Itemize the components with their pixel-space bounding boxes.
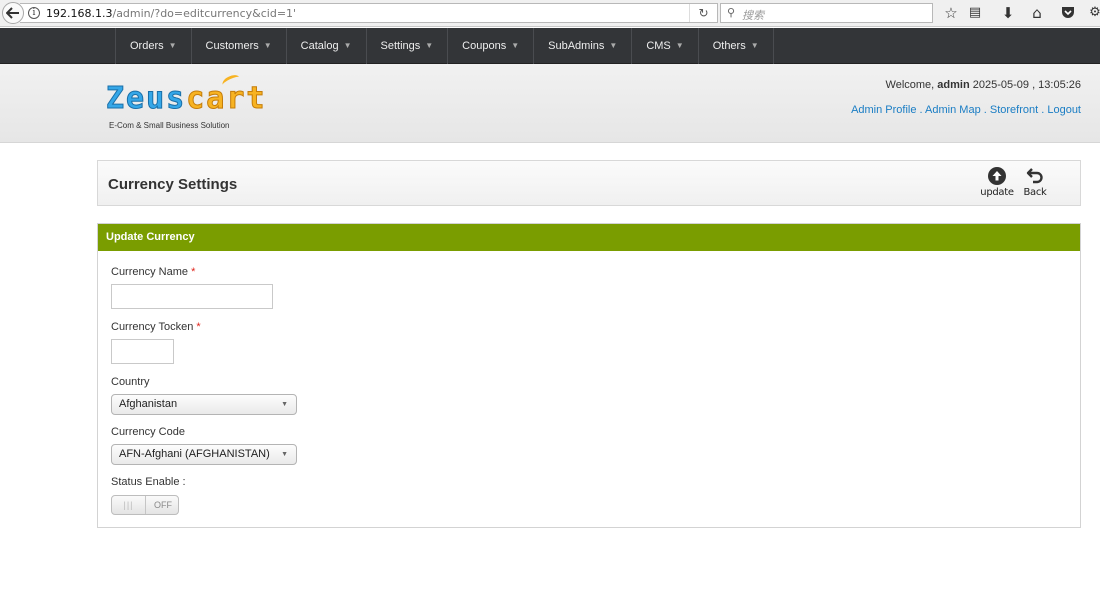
toggle-state: OFF: [154, 500, 172, 510]
page-title: Currency Settings: [108, 176, 238, 193]
info-icon[interactable]: i: [28, 7, 40, 19]
status-enable-label: Status Enable :: [111, 476, 186, 488]
address-bar[interactable]: i 192.168.1.3/admin/?do=editcurrency&cid…: [20, 3, 718, 23]
currency-name-label: Currency Name *: [111, 266, 196, 278]
search-icon: ⚲: [727, 6, 736, 19]
download-icon[interactable]: ⬇: [999, 4, 1017, 22]
upload-icon: [988, 167, 1006, 185]
required-mark: *: [196, 321, 201, 333]
browser-search-input[interactable]: ⚲ 搜索: [720, 3, 933, 23]
chevron-down-icon: ▼: [281, 401, 288, 408]
header-links: Admin Profile . Admin Map . Storefront .…: [851, 104, 1081, 116]
chevron-down-icon: ▼: [511, 41, 520, 50]
update-label: update: [980, 187, 1014, 198]
star-icon[interactable]: ☆: [942, 4, 960, 22]
currency-token-input[interactable]: [111, 339, 174, 364]
chevron-down-icon: ▼: [343, 41, 352, 50]
nav-orders[interactable]: Orders ▼: [115, 28, 192, 64]
currency-token-label: Currency Tocken *: [111, 321, 201, 333]
pocket-icon[interactable]: [1059, 4, 1077, 22]
back-button[interactable]: Back: [1015, 167, 1055, 203]
chevron-down-icon: ▼: [675, 41, 684, 50]
chevron-down-icon: ▼: [168, 41, 177, 50]
logo-tagline: E-Com & Small Business Solution: [109, 121, 230, 130]
required-mark: *: [191, 266, 196, 278]
back-label: Back: [1023, 187, 1047, 198]
toggle-handle[interactable]: |||: [112, 496, 146, 514]
admin-map-link[interactable]: Admin Map: [925, 104, 981, 116]
status-toggle[interactable]: ||| OFF: [111, 495, 179, 515]
search-placeholder: 搜索: [742, 9, 764, 22]
site-header: Zeuscart E-Com & Small Business Solution…: [0, 64, 1100, 143]
nav-others[interactable]: Others ▼: [699, 28, 774, 64]
update-currency-panel: Update Currency Currency Name * Currency…: [97, 223, 1081, 528]
username: admin: [937, 79, 970, 91]
admin-nav: Orders ▼ Customers ▼ Catalog ▼ Settings ▼ Co…: [0, 28, 1100, 64]
update-button[interactable]: update: [977, 167, 1017, 203]
welcome-text: Welcome, admin 2025-05-09 , 13:05:26: [885, 79, 1081, 91]
page-title-bar: Currency Settings update Back: [97, 160, 1081, 206]
chevron-down-icon: ▼: [281, 451, 288, 458]
extension-icon[interactable]: ⚙: [1086, 4, 1100, 22]
nav-subadmins[interactable]: SubAdmins ▼: [534, 28, 633, 64]
logout-link[interactable]: Logout: [1047, 104, 1081, 116]
nav-settings[interactable]: Settings ▼: [367, 28, 449, 64]
nav-cms[interactable]: CMS ▼: [632, 28, 699, 64]
currency-code-select[interactable]: AFN-Afghani (AFGHANISTAN) ▼: [111, 444, 297, 465]
storefront-link[interactable]: Storefront: [990, 104, 1038, 116]
chevron-down-icon: ▼: [425, 41, 434, 50]
undo-icon: [1026, 168, 1043, 184]
chevron-down-icon: ▼: [609, 41, 618, 50]
chevron-down-icon: ▼: [263, 41, 272, 50]
nav-coupons[interactable]: Coupons ▼: [448, 28, 535, 64]
country-label: Country: [111, 376, 150, 388]
back-icon[interactable]: [2, 2, 24, 24]
admin-profile-link[interactable]: Admin Profile: [851, 104, 916, 116]
logo[interactable]: Zeuscart E-Com & Small Business Solution: [105, 72, 266, 134]
chevron-down-icon: ▼: [750, 41, 759, 50]
panel-heading: Update Currency: [98, 224, 1080, 251]
nav-catalog[interactable]: Catalog ▼: [287, 28, 367, 64]
url-text[interactable]: 192.168.1.3/admin/?do=editcurrency&cid=1…: [46, 7, 296, 20]
nav-customers[interactable]: Customers ▼: [192, 28, 287, 64]
reader-icon[interactable]: ▤: [966, 4, 984, 22]
currency-name-input[interactable]: [111, 284, 273, 309]
home-icon[interactable]: ⌂: [1028, 4, 1046, 22]
currency-code-label: Currency Code: [111, 426, 185, 438]
reload-icon[interactable]: ↻: [689, 4, 717, 22]
browser-toolbar: i 192.168.1.3/admin/?do=editcurrency&cid…: [0, 0, 1100, 27]
country-select[interactable]: Afghanistan ▼: [111, 394, 297, 415]
